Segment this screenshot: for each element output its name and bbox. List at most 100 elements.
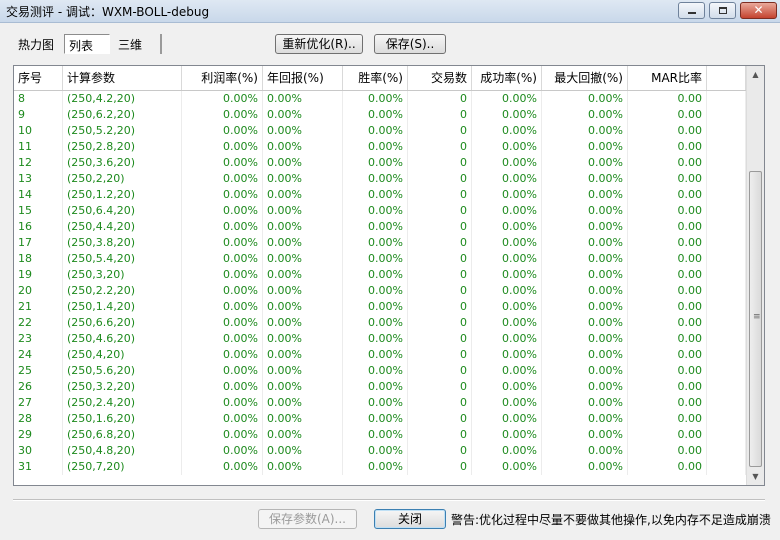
col-header-win-rate[interactable]: 胜率(%)	[343, 66, 408, 90]
cell-trade-count: 0	[408, 171, 472, 187]
cell-profit-rate: 0.00%	[182, 411, 263, 427]
cell-success-rate: 0.00%	[472, 203, 542, 219]
cell-max-drawdown: 0.00%	[542, 219, 628, 235]
cell-success-rate: 0.00%	[472, 347, 542, 363]
table-row[interactable]: 14 (250,1.2,20) 0.00% 0.00% 0.00% 0 0.00% 0.00%…	[14, 187, 746, 203]
table-row[interactable]: 25 (250,5.6,20) 0.00% 0.00% 0.00% 0 0.00% 0.00%…	[14, 363, 746, 379]
tab-heatmap[interactable]: 热力图	[14, 34, 60, 54]
col-header-mar-ratio[interactable]: MAR比率	[628, 66, 707, 90]
reoptimize-button[interactable]: 重新优化(R)..	[275, 34, 363, 54]
table-row[interactable]: 11 (250,2.8,20) 0.00% 0.00% 0.00% 0 0.00% 0.00%…	[14, 139, 746, 155]
cell-index: 20	[14, 283, 63, 299]
cell-success-rate: 0.00%	[472, 443, 542, 459]
cell-trade-count: 0	[408, 107, 472, 123]
table-row[interactable]: 22 (250,6.6,20) 0.00% 0.00% 0.00% 0 0.00% 0.00%…	[14, 315, 746, 331]
results-table[interactable]: 序号 计算参数 利润率(%) 年回报(%) 胜率(%) 交易数 成功率(%) 最…	[13, 65, 765, 486]
cell-mar-ratio: 0.00	[628, 331, 707, 347]
table-row[interactable]: 21 (250,1.4,20) 0.00% 0.00% 0.00% 0 0.00% 0.00%…	[14, 299, 746, 315]
table-row[interactable]: 23 (250,4.6,20) 0.00% 0.00% 0.00% 0 0.00% 0.00%…	[14, 331, 746, 347]
cell-win-rate: 0.00%	[343, 251, 408, 267]
table-row[interactable]: 29 (250,6.8,20) 0.00% 0.00% 0.00% 0 0.00% 0.00%…	[14, 427, 746, 443]
cell-annual-return: 0.00%	[263, 427, 343, 443]
cell-mar-ratio: 0.00	[628, 459, 707, 475]
table-row[interactable]: 26 (250,3.2,20) 0.00% 0.00% 0.00% 0 0.00% 0.00%…	[14, 379, 746, 395]
cell-params: (250,2,20)	[63, 171, 182, 187]
cell-annual-return: 0.00%	[263, 347, 343, 363]
cell-params: (250,4.2,20)	[63, 91, 182, 107]
cell-success-rate: 0.00%	[472, 139, 542, 155]
cell-params: (250,2.4,20)	[63, 395, 182, 411]
col-header-index[interactable]: 序号	[14, 66, 63, 90]
cell-profit-rate: 0.00%	[182, 219, 263, 235]
cell-mar-ratio: 0.00	[628, 203, 707, 219]
cell-params: (250,4.4,20)	[63, 219, 182, 235]
tab-3d[interactable]: 三维	[114, 34, 162, 54]
scroll-thumb[interactable]: ≡	[749, 171, 762, 467]
col-header-trade-count[interactable]: 交易数	[408, 66, 472, 90]
cell-trade-count: 0	[408, 395, 472, 411]
cell-annual-return: 0.00%	[263, 107, 343, 123]
cell-annual-return: 0.00%	[263, 315, 343, 331]
col-header-params[interactable]: 计算参数	[63, 66, 182, 90]
tab-list[interactable]: 列表	[64, 34, 110, 54]
table-row[interactable]: 17 (250,3.8,20) 0.00% 0.00% 0.00% 0 0.00% 0.00%…	[14, 235, 746, 251]
cell-params: (250,6.2,20)	[63, 107, 182, 123]
table-row[interactable]: 27 (250,2.4,20) 0.00% 0.00% 0.00% 0 0.00% 0.00%…	[14, 395, 746, 411]
cell-params: (250,5.6,20)	[63, 363, 182, 379]
cell-annual-return: 0.00%	[263, 379, 343, 395]
save-params-button[interactable]: 保存参数(A)...	[258, 509, 357, 529]
close-window-button[interactable]: ✕	[740, 2, 777, 19]
cell-index: 8	[14, 91, 63, 107]
col-header-profit-rate[interactable]: 利润率(%)	[182, 66, 263, 90]
title-bar: 交易测评 - 调试：WXM-BOLL-debug ✕	[0, 0, 780, 23]
save-button[interactable]: 保存(S)..	[374, 34, 446, 54]
col-header-success-rate[interactable]: 成功率(%)	[472, 66, 542, 90]
cell-trade-count: 0	[408, 427, 472, 443]
cell-annual-return: 0.00%	[263, 155, 343, 171]
cell-max-drawdown: 0.00%	[542, 379, 628, 395]
cell-win-rate: 0.00%	[343, 267, 408, 283]
table-row[interactable]: 18 (250,5.4,20) 0.00% 0.00% 0.00% 0 0.00% 0.00%…	[14, 251, 746, 267]
table-row[interactable]: 19 (250,3,20) 0.00% 0.00% 0.00% 0 0.00% 0.00% 0.…	[14, 267, 746, 283]
cell-annual-return: 0.00%	[263, 219, 343, 235]
cell-mar-ratio: 0.00	[628, 379, 707, 395]
table-header: 序号 计算参数 利润率(%) 年回报(%) 胜率(%) 交易数 成功率(%) 最…	[14, 66, 746, 91]
table-row[interactable]: 31 (250,7,20) 0.00% 0.00% 0.00% 0 0.00% 0.00% 0.…	[14, 459, 746, 475]
scroll-up-icon[interactable]: ▲	[747, 66, 764, 83]
maximize-button[interactable]	[709, 2, 736, 19]
cell-mar-ratio: 0.00	[628, 443, 707, 459]
close-button[interactable]: 关闭	[374, 509, 446, 529]
cell-mar-ratio: 0.00	[628, 155, 707, 171]
table-row[interactable]: 28 (250,1.6,20) 0.00% 0.00% 0.00% 0 0.00% 0.00%…	[14, 411, 746, 427]
table-row[interactable]: 20 (250,2.2,20) 0.00% 0.00% 0.00% 0 0.00% 0.00%…	[14, 283, 746, 299]
table-row[interactable]: 13 (250,2,20) 0.00% 0.00% 0.00% 0 0.00% 0.00% 0.…	[14, 171, 746, 187]
cell-index: 9	[14, 107, 63, 123]
table-row[interactable]: 24 (250,4,20) 0.00% 0.00% 0.00% 0 0.00% 0.00% 0.…	[14, 347, 746, 363]
cell-profit-rate: 0.00%	[182, 459, 263, 475]
table-row[interactable]: 12 (250,3.6,20) 0.00% 0.00% 0.00% 0 0.00% 0.00%…	[14, 155, 746, 171]
cell-index: 13	[14, 171, 63, 187]
cell-success-rate: 0.00%	[472, 411, 542, 427]
table-row[interactable]: 15 (250,6.4,20) 0.00% 0.00% 0.00% 0 0.00% 0.00%…	[14, 203, 746, 219]
col-header-max-drawdown[interactable]: 最大回撤(%)	[542, 66, 628, 90]
table-row[interactable]: 30 (250,4.8,20) 0.00% 0.00% 0.00% 0 0.00% 0.00%…	[14, 443, 746, 459]
minimize-button[interactable]	[678, 2, 705, 19]
cell-params: (250,5.4,20)	[63, 251, 182, 267]
table-row[interactable]: 10 (250,5.2,20) 0.00% 0.00% 0.00% 0 0.00% 0.00%…	[14, 123, 746, 139]
cell-profit-rate: 0.00%	[182, 171, 263, 187]
cell-win-rate: 0.00%	[343, 299, 408, 315]
col-header-annual-return[interactable]: 年回报(%)	[263, 66, 343, 90]
cell-profit-rate: 0.00%	[182, 443, 263, 459]
cell-win-rate: 0.00%	[343, 331, 408, 347]
cell-profit-rate: 0.00%	[182, 267, 263, 283]
cell-params: (250,1.6,20)	[63, 411, 182, 427]
cell-success-rate: 0.00%	[472, 91, 542, 107]
vertical-scrollbar[interactable]: ▲ ≡ ▼	[746, 66, 764, 485]
scroll-down-icon[interactable]: ▼	[747, 468, 764, 485]
table-row[interactable]: 8 (250,4.2,20) 0.00% 0.00% 0.00% 0 0.00% 0.00% 0…	[14, 91, 746, 107]
cell-index: 15	[14, 203, 63, 219]
table-row[interactable]: 16 (250,4.4,20) 0.00% 0.00% 0.00% 0 0.00% 0.00%…	[14, 219, 746, 235]
cell-params: (250,2.2,20)	[63, 283, 182, 299]
table-row[interactable]: 9 (250,6.2,20) 0.00% 0.00% 0.00% 0 0.00% 0.00% 0…	[14, 107, 746, 123]
cell-index: 31	[14, 459, 63, 475]
